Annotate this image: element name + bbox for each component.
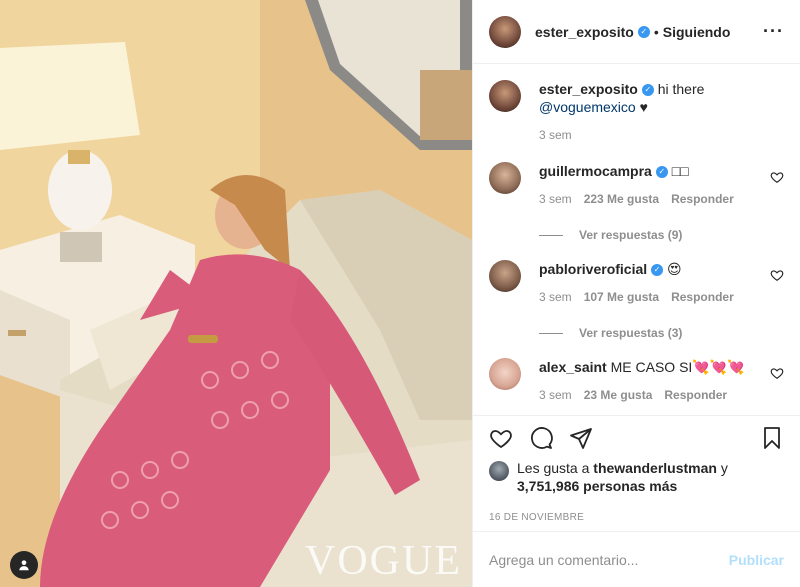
comment-username[interactable]: guillermocampra <box>539 163 652 179</box>
share-icon[interactable] <box>569 426 593 450</box>
comment-username[interactable]: pabloriveroficial <box>539 261 647 277</box>
view-replies-label: Ver respuestas (9) <box>579 228 683 242</box>
caption-heart: ♥ <box>639 99 648 115</box>
publish-button[interactable]: Publicar <box>729 552 784 568</box>
replies-line <box>539 234 563 236</box>
comment-like-icon[interactable] <box>770 170 784 184</box>
verified-icon: ✓ <box>641 84 654 97</box>
comment-like-icon[interactable] <box>770 268 784 282</box>
likes-count[interactable]: 3,751,986 personas más <box>517 478 677 494</box>
replies-line <box>539 332 563 334</box>
comment-avatar[interactable] <box>489 162 521 194</box>
comment-item: pabloriveroficial ✓ 😍 3 sem 107 Me gusta … <box>489 260 784 342</box>
add-comment-bar: Agrega un comentario... Publicar <box>473 531 800 587</box>
likes-prefix: Les gusta a <box>517 460 590 476</box>
caption: ester_exposito ✓ hi there @voguemexico ♥ … <box>489 80 784 144</box>
liker-avatar[interactable] <box>489 461 509 481</box>
reply-button[interactable]: Responder <box>664 386 727 404</box>
post-photo[interactable]: VOGUE <box>0 0 472 587</box>
caption-username[interactable]: ester_exposito <box>539 81 638 97</box>
caption-avatar[interactable] <box>489 80 521 112</box>
reply-button[interactable]: Responder <box>671 288 734 306</box>
bookmark-icon[interactable] <box>760 426 784 450</box>
author-username[interactable]: ester_exposito <box>535 24 634 40</box>
comment-username[interactable]: alex_saint <box>539 359 607 375</box>
caption-mention[interactable]: @voguemexico <box>539 99 636 115</box>
comment-text: 😍 <box>667 261 682 277</box>
likes-conj: y <box>720 460 728 476</box>
comment-likes[interactable]: 107 Me gusta <box>584 288 659 306</box>
likes-summary: Les gusta a thewanderlustman y 3,751,986… <box>473 459 800 503</box>
comment-input[interactable]: Agrega un comentario... <box>489 552 729 568</box>
comments-list[interactable]: ester_exposito ✓ hi there @voguemexico ♥ … <box>473 64 800 415</box>
view-replies-button[interactable]: Ver respuestas (9) <box>539 226 784 244</box>
caption-text: hi there <box>657 81 705 97</box>
verified-icon: ✓ <box>637 25 650 38</box>
header-separator: • <box>653 23 659 40</box>
photo-scene <box>0 0 472 587</box>
liker-username[interactable]: thewanderlustman <box>593 460 717 476</box>
post-date[interactable]: 16 DE NOVIEMBRE <box>473 503 800 531</box>
action-bar <box>473 415 800 459</box>
caption-time[interactable]: 3 sem <box>539 126 572 144</box>
vogue-watermark: VOGUE <box>305 538 462 584</box>
comment-time[interactable]: 3 sem <box>539 386 572 404</box>
user-tag-icon[interactable] <box>10 551 38 579</box>
view-replies-button[interactable]: Ver respuestas (3) <box>539 324 784 342</box>
comment-item: alex_saint ME CASO SI💘💘💘 3 sem 23 Me gus… <box>489 358 784 404</box>
heart-icon[interactable] <box>489 426 513 450</box>
comment-text: ME CASO SI💘💘💘 <box>610 359 745 375</box>
post-sidebar: ester_exposito ✓ • Siguiendo ··· ester_e… <box>472 0 800 587</box>
comment-avatar[interactable] <box>489 358 521 390</box>
comment-avatar[interactable] <box>489 260 521 292</box>
follow-status-button[interactable]: Siguiendo <box>663 24 731 40</box>
view-replies-label: Ver respuestas (3) <box>579 326 683 340</box>
verified-icon: ✓ <box>655 166 668 179</box>
comment-text: □□ <box>671 163 689 179</box>
more-options-icon[interactable]: ··· <box>763 21 784 42</box>
post-modal: VOGUE ester_exposito ✓ • Siguiendo ··· e… <box>0 0 800 587</box>
verified-icon: ✓ <box>651 264 664 277</box>
comment-item: guillermocampra ✓ □□ 3 sem 223 Me gusta R… <box>489 162 784 244</box>
post-header: ester_exposito ✓ • Siguiendo ··· <box>473 0 800 64</box>
comment-icon[interactable] <box>529 426 553 450</box>
comment-like-icon[interactable] <box>770 366 784 380</box>
comment-time[interactable]: 3 sem <box>539 190 572 208</box>
comment-likes[interactable]: 23 Me gusta <box>584 386 653 404</box>
comment-time[interactable]: 3 sem <box>539 288 572 306</box>
reply-button[interactable]: Responder <box>671 190 734 208</box>
comment-likes[interactable]: 223 Me gusta <box>584 190 659 208</box>
author-avatar[interactable] <box>489 15 521 48</box>
